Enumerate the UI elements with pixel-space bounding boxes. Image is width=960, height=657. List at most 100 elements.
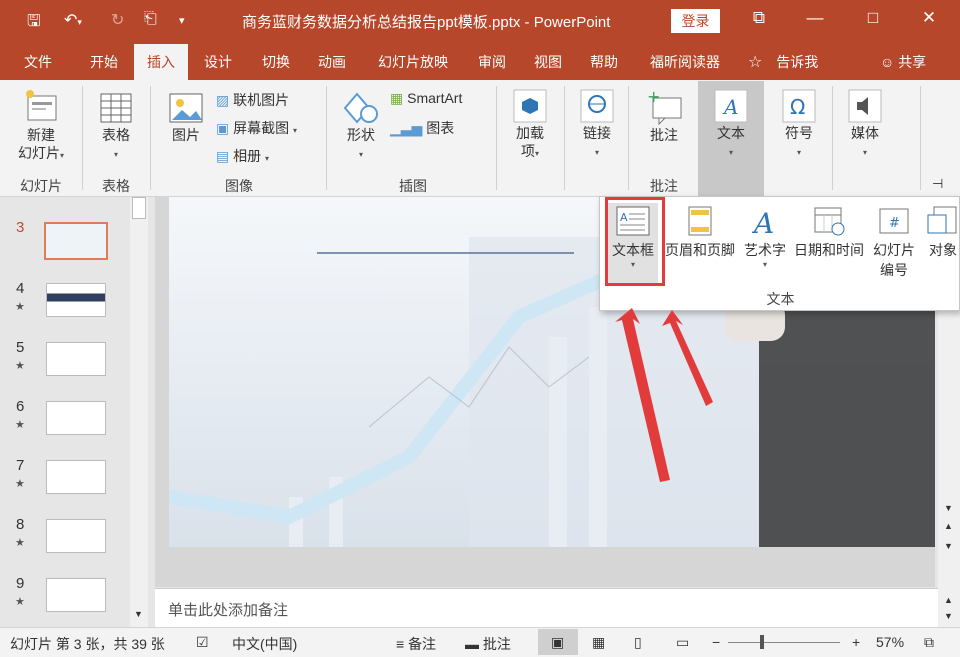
screenshot-button[interactable]: ▣ 屏幕截图 ▾ (216, 118, 297, 138)
addins-label-2: 项▾ (520, 143, 539, 159)
new-slide-button[interactable]: 新建 幻灯片▾ (12, 88, 70, 165)
slide-thumbnail-8[interactable]: 8 ★ (0, 514, 130, 574)
login-button[interactable]: 登录 (671, 9, 720, 33)
slide-thumbnail-6[interactable]: 6 ★ (0, 396, 130, 456)
tab-insert[interactable]: 插入 (134, 44, 188, 80)
svg-text:A: A (722, 95, 738, 119)
reading-view-icon[interactable]: ▯ (634, 634, 642, 651)
slide-thumbnail-7[interactable]: 7 ★ (0, 455, 130, 515)
tab-file[interactable]: 文件 (12, 44, 64, 80)
group-separator (326, 86, 327, 190)
tab-home[interactable]: 开始 (76, 44, 132, 80)
tell-me-search[interactable]: ☆ 告诉我 (748, 44, 818, 80)
slide-number: 9 (16, 575, 25, 592)
online-pictures-button[interactable]: ▨ 联机图片 (216, 90, 289, 110)
zoom-in-icon[interactable]: + (852, 634, 860, 650)
fit-to-window-icon[interactable]: ⧉ (924, 634, 934, 651)
notes-toggle-button[interactable]: ≡ 备注 (396, 634, 436, 654)
header-footer-label: 页眉和页脚 (665, 242, 735, 258)
previous-slide-icon[interactable]: ▲ (944, 521, 953, 531)
tab-animations[interactable]: 动画 (306, 44, 358, 80)
shapes-dropdown-icon: ▾ (358, 150, 363, 159)
object-button[interactable]: 对象 (922, 205, 960, 260)
date-time-button[interactable]: 日期和时间 (790, 205, 868, 260)
slide-thumbnail-9[interactable]: 9 ★ (0, 573, 130, 633)
table-button[interactable]: 表格 ▾ (94, 90, 138, 160)
comment-bubble-icon: ▬ (465, 636, 479, 652)
slide-sorter-icon[interactable]: ▦ (592, 634, 605, 651)
comment-button[interactable]: + 批注 (640, 90, 688, 144)
symbols-label: 符号 (785, 125, 813, 141)
scrollbar-thumb[interactable] (132, 197, 146, 219)
zoom-slider-track[interactable] (728, 642, 840, 643)
minimize-icon[interactable]: — (800, 8, 830, 28)
addins-button[interactable]: 加载 项▾ (506, 88, 554, 163)
wordart-icon: A (751, 207, 774, 240)
notes-scroll-up-icon[interactable]: ▲ (944, 595, 953, 605)
scroll-down-icon[interactable]: ▼ (944, 503, 953, 513)
slide-thumbnail-4[interactable]: 4 ★ (0, 278, 130, 338)
scroll-down-icon[interactable]: ▼ (134, 609, 143, 619)
slide-thumbnail-3[interactable]: 3 (0, 217, 130, 277)
photo-album-button[interactable]: ▤ 相册 ▾ (216, 146, 269, 166)
table-label: 表格 (102, 127, 130, 143)
pin-ribbon-icon[interactable]: ⊣ (932, 176, 943, 192)
undo-icon[interactable]: ↶▾ (64, 10, 82, 30)
tab-view[interactable]: 视图 (522, 44, 574, 80)
lightbulb-icon: ☆ (748, 54, 763, 71)
shapes-button[interactable]: 形状 ▾ (338, 90, 384, 160)
tab-slideshow[interactable]: 幻灯片放映 (368, 44, 458, 80)
svg-text:+: + (647, 90, 660, 106)
textbox-highlight-box (605, 197, 665, 286)
tab-design[interactable]: 设计 (192, 44, 244, 80)
header-footer-button[interactable]: 页眉和页脚 (662, 205, 738, 260)
notes-scroll-down-icon[interactable]: ▼ (944, 611, 953, 621)
redo-icon[interactable]: ↻ (111, 10, 124, 30)
symbols-button[interactable]: Ω 符号 ▾ (776, 88, 822, 158)
ribbon-display-options-icon[interactable]: ⧉ (744, 8, 774, 28)
group-label-comments: 批注 (650, 178, 678, 194)
tab-transitions[interactable]: 切换 (250, 44, 302, 80)
picture-button[interactable]: 图片 (164, 90, 208, 144)
language-indicator[interactable]: 中文(中国) (232, 634, 297, 654)
next-slide-icon[interactable]: ▼ (944, 541, 953, 551)
smartart-icon: ▦ (390, 90, 404, 106)
media-button[interactable]: 媒体 ▾ (842, 88, 888, 158)
shapes-icon (343, 92, 378, 124)
slide-thumbnail-image (46, 460, 106, 494)
zoom-level[interactable]: 57% (876, 634, 904, 650)
slide-thumbnail-5[interactable]: 5 ★ (0, 337, 130, 397)
zoom-out-icon[interactable]: − (712, 634, 720, 650)
chart-button[interactable]: ▁▃▅ 图表 (390, 118, 454, 138)
save-icon[interactable]: 🖫 (27, 10, 41, 37)
zoom-slider-thumb[interactable] (760, 635, 764, 649)
new-slide-label-2: 幻灯片▾ (17, 145, 64, 161)
tab-foxit-reader[interactable]: 福昕阅读器 (640, 44, 730, 80)
addins-icon (513, 89, 547, 123)
slide-number-button[interactable]: # 幻灯片 编号 (868, 205, 920, 280)
animation-star-icon: ★ (15, 537, 25, 549)
notes-pane[interactable]: 单击此处添加备注 (155, 588, 938, 627)
close-icon[interactable]: ✕ (914, 8, 944, 28)
slide-number: 7 (16, 457, 25, 474)
slide-count: 幻灯片 第 3 张，共 39 张 (10, 636, 165, 652)
online-pictures-icon: ▨ (216, 92, 230, 108)
share-button[interactable]: ☺ 共享 (880, 44, 926, 80)
tell-me-label: 告诉我 (776, 54, 819, 70)
link-button[interactable]: 链接 ▾ (574, 88, 620, 158)
slideshow-view-icon[interactable]: ▭ (676, 634, 689, 651)
ribbon-insert: 新建 幻灯片▾ 幻灯片 表格 ▾ 表格 图片 ▨ 联机图片 ▣ 屏幕截图 ▾ ▤… (0, 80, 960, 197)
thumbnail-scrollbar[interactable]: ▼ (130, 197, 148, 627)
customize-quick-access-icon[interactable]: ▾ (179, 14, 185, 27)
wordart-button[interactable]: A 艺术字 ▾ (740, 205, 790, 269)
tab-review[interactable]: 审阅 (466, 44, 518, 80)
tab-help[interactable]: 帮助 (578, 44, 630, 80)
text-button[interactable]: A 文本 ▾ (698, 88, 764, 158)
present-from-beginning-icon[interactable]: ⎗ (144, 10, 157, 28)
group-label-slides: 幻灯片 (20, 178, 62, 194)
chart-icon: ▁▃▅ (390, 120, 423, 136)
smartart-button[interactable]: ▦ SmartArt (390, 90, 462, 107)
comments-toggle-button[interactable]: ▬ 批注 (465, 634, 511, 654)
maximize-icon[interactable]: □ (858, 8, 888, 28)
spelling-check-icon[interactable]: ☑ (196, 634, 209, 651)
